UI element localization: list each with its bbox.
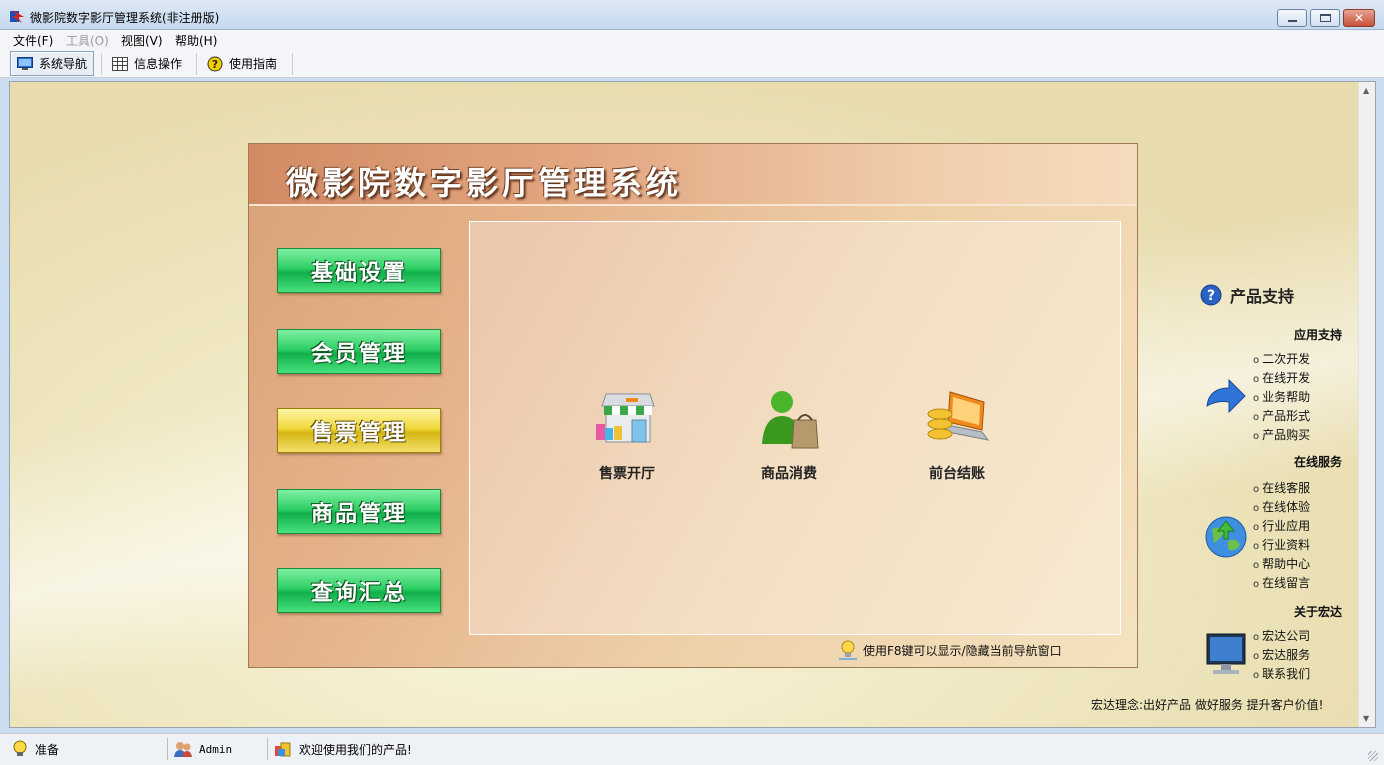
link-business-help[interactable]: 业务帮助: [1253, 388, 1310, 405]
cashier-icon: [927, 391, 990, 441]
status-message: 欢迎使用我们的产品!: [273, 738, 412, 760]
toolbar-divider: [292, 53, 293, 75]
link-industry-info[interactable]: 行业资料: [1253, 536, 1310, 553]
f8-hint: 使用F8键可以显示/隐藏当前导航窗口: [837, 639, 1062, 661]
toolbar-info-ops-button[interactable]: 信息操作: [106, 51, 188, 76]
username-text: Admin: [199, 742, 233, 756]
user-icon: [174, 742, 192, 757]
section-title-about: 关于宏达: [1294, 605, 1343, 619]
status-divider: [267, 738, 268, 760]
vertical-scrollbar[interactable]: ▲ ▼: [1358, 82, 1375, 727]
status-ready: 准备: [11, 738, 59, 760]
bulb-status-icon: [13, 740, 27, 756]
link-help-center[interactable]: 帮助中心: [1253, 555, 1310, 572]
minimize-icon: [1288, 20, 1297, 22]
close-button[interactable]: ✕: [1343, 9, 1375, 27]
hint-text: 使用F8键可以显示/隐藏当前导航窗口: [863, 643, 1062, 658]
link-contact-us[interactable]: 联系我们: [1253, 665, 1310, 682]
menu-bar: 文件(F) 工具(O) 视图(V) 帮助(H): [0, 30, 1384, 49]
feature-label: 商品消费: [761, 466, 817, 482]
panel-header: 微影院数字影厅管理系统: [249, 144, 1137, 206]
link-product-form[interactable]: 产品形式: [1253, 407, 1310, 424]
menu-tools[interactable]: 工具(O): [66, 32, 109, 49]
storefront-icon: [596, 393, 655, 443]
maximize-icon: [1320, 14, 1331, 22]
link-online-dev[interactable]: 在线开发: [1253, 369, 1310, 386]
resize-grip-icon[interactable]: [1368, 751, 1378, 761]
toolbar-label: 系统导航: [39, 57, 88, 71]
link-secondary-dev[interactable]: 二次开发: [1253, 350, 1310, 367]
company-motto: 宏达理念:出好产品 做好服务 提升客户价值!: [1091, 698, 1324, 712]
shopper-icon: [762, 391, 819, 449]
link-industry-application[interactable]: 行业应用: [1253, 517, 1310, 534]
client-area: 微影院数字影厅管理系统 基础设置 会员管理 售票管理 商品管理 查询汇总 售票开…: [9, 81, 1376, 728]
title-bar: 微影院数字影厅管理系统(非注册版) ✕: [0, 0, 1384, 30]
close-icon: ✕: [1353, 11, 1365, 25]
link-hongda-service[interactable]: 宏达服务: [1253, 646, 1310, 663]
toolbar-label: 信息操作: [134, 57, 183, 71]
toolbar-divider: [196, 53, 197, 75]
toolbar-label: 使用指南: [229, 57, 278, 71]
panel-title: 微影院数字影厅管理系统: [286, 164, 683, 202]
window-title: 微影院数字影厅管理系统(非注册版): [30, 11, 220, 25]
link-online-message[interactable]: 在线留言: [1253, 574, 1310, 591]
nav-ticket-management-button[interactable]: 售票管理: [277, 408, 441, 453]
toolbar-system-nav-button[interactable]: 系统导航: [10, 51, 95, 76]
link-online-customer-service[interactable]: 在线客服: [1253, 479, 1310, 496]
scroll-up-icon[interactable]: ▲: [1363, 86, 1369, 95]
computer-monitor-icon: [1206, 633, 1246, 674]
nav-member-management-button[interactable]: 会员管理: [277, 329, 441, 374]
feature-label: 前台结账: [929, 466, 985, 482]
toolbar-guide-button[interactable]: ? 使用指南: [201, 51, 283, 76]
feature-front-desk-checkout[interactable]: 前台结账: [902, 384, 1012, 483]
app-icon: [10, 10, 24, 23]
status-user: Admin: [173, 738, 232, 760]
feature-ticket-open-hall[interactable]: 售票开厅: [572, 384, 682, 483]
scroll-down-icon[interactable]: ▼: [1363, 714, 1369, 723]
svg-text:?: ?: [212, 58, 218, 71]
svg-text:?: ?: [1207, 288, 1215, 304]
feature-label: 售票开厅: [599, 466, 655, 482]
monitor-icon: [17, 56, 33, 70]
status-bar: 准备 Admin 欢迎使用我们的产品!: [0, 733, 1384, 765]
nav-goods-management-button[interactable]: 商品管理: [277, 489, 441, 534]
link-product-purchase[interactable]: 产品购买: [1253, 426, 1310, 443]
status-text: 准备: [35, 742, 60, 757]
arrow-icon: [1206, 378, 1246, 414]
products-icon: [275, 742, 291, 757]
toolbar-divider: [101, 53, 102, 75]
feature-goods-consumption[interactable]: 商品消费: [734, 384, 844, 483]
help-icon: ?: [207, 56, 223, 71]
minimize-button[interactable]: [1277, 9, 1307, 27]
navigation-panel: 微影院数字影厅管理系统 基础设置 会员管理 售票管理 商品管理 查询汇总 售票开…: [248, 143, 1138, 668]
support-title-text: 产品支持: [1230, 287, 1295, 306]
toolbar: 系统导航 信息操作 ? 使用指南: [0, 49, 1384, 78]
maximize-button[interactable]: [1310, 9, 1340, 27]
feature-area: 售票开厅 商品消费 前台结账: [469, 221, 1121, 635]
nav-basic-settings-button[interactable]: 基础设置: [277, 248, 441, 293]
nav-query-summary-button[interactable]: 查询汇总: [277, 568, 441, 613]
welcome-text: 欢迎使用我们的产品!: [299, 742, 412, 757]
section-title-online-service: 在线服务: [1294, 455, 1343, 469]
link-hongda-company[interactable]: 宏达公司: [1253, 627, 1310, 644]
grid-icon: [112, 56, 128, 71]
menu-help[interactable]: 帮助(H): [175, 32, 217, 49]
question-circle-icon: ?: [1200, 284, 1222, 306]
menu-file[interactable]: 文件(F): [13, 32, 53, 49]
globe-icon: [1205, 516, 1247, 558]
link-online-trial[interactable]: 在线体验: [1253, 498, 1310, 515]
status-divider: [167, 738, 168, 760]
product-support-title: ? 产品支持: [1200, 283, 1294, 307]
section-title-app-support: 应用支持: [1294, 328, 1343, 342]
menu-view[interactable]: 视图(V): [121, 32, 163, 49]
lightbulb-icon: [839, 640, 857, 660]
